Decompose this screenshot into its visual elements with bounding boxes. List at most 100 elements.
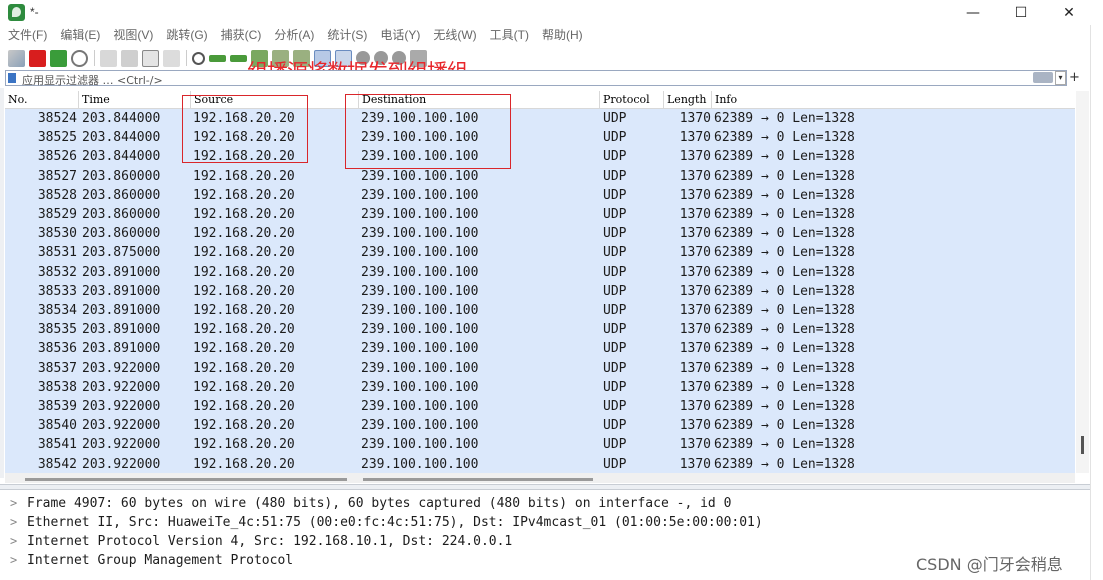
cell-source: 192.168.20.20 <box>193 418 295 434</box>
go-back-icon[interactable] <box>209 54 226 62</box>
cell-no: 38524 <box>37 111 77 126</box>
table-row[interactable]: 38537 203.922000 192.168.20.20 239.100.100.… <box>5 358 1075 378</box>
expand-chevron-icon[interactable]: > <box>10 551 27 570</box>
filter-input[interactable]: 应用显示过滤器 … <Ctrl-/> <box>22 72 163 88</box>
detail-row-igmp[interactable]: > Internet Group Management Protocol <box>10 551 293 570</box>
cell-length: 1370 <box>679 168 711 184</box>
expand-chevron-icon[interactable]: > <box>10 513 27 532</box>
table-row[interactable]: 38531 203.875000 192.168.20.20 239.100.100.… <box>5 243 1075 263</box>
table-row[interactable]: 38525 203.844000 192.168.20.20 239.100.100.… <box>5 128 1075 148</box>
menu-go[interactable]: 跳转(G) <box>166 25 207 45</box>
maximize-button[interactable]: ☐ <box>998 0 1044 25</box>
table-row[interactable]: 38526 203.844000 192.168.20.20 239.100.100.… <box>5 147 1075 167</box>
table-row[interactable]: 38534 203.891000 192.168.20.20 239.100.100.… <box>5 301 1075 321</box>
menu-edit[interactable]: 编辑(E) <box>60 25 100 45</box>
menu-telephony[interactable]: 电话(Y) <box>380 25 420 45</box>
capture-options-icon[interactable] <box>71 49 88 67</box>
pane-splitter[interactable] <box>0 484 1090 490</box>
cell-source: 192.168.20.20 <box>193 322 295 338</box>
cell-info: 62389 → 0 Len=1328 <box>714 341 855 357</box>
cell-no: 38532 <box>37 264 77 280</box>
horizontal-scroll-thumb[interactable] <box>363 478 593 481</box>
cell-source: 192.168.20.20 <box>193 341 295 357</box>
cell-time: 203.922000 <box>82 456 161 472</box>
cell-time: 203.860000 <box>82 168 161 184</box>
packet-list-horizontal-scrollbar[interactable] <box>5 473 1075 483</box>
menu-file[interactable]: 文件(F) <box>8 25 47 45</box>
find-packet-icon[interactable] <box>192 51 205 65</box>
filter-dropdown-chevron-icon[interactable]: ▾ <box>1055 71 1066 85</box>
cell-protocol: UDP <box>603 245 627 261</box>
shark-fin-start-icon[interactable] <box>8 49 25 67</box>
packet-list-vertical-scrollbar[interactable] <box>1076 91 1089 473</box>
apply-filter-arrow-icon[interactable] <box>1033 72 1053 83</box>
table-row[interactable]: 38538 203.922000 192.168.20.20 239.100.100.… <box>5 377 1075 397</box>
cell-no: 38526 <box>37 149 77 165</box>
stop-capture-icon[interactable] <box>29 49 46 67</box>
expand-chevron-icon[interactable]: > <box>10 532 27 551</box>
menu-help[interactable]: 帮助(H) <box>542 25 583 45</box>
cell-destination: 239.100.100.100 <box>361 418 479 434</box>
vertical-scroll-thumb[interactable] <box>1081 436 1084 454</box>
expand-chevron-icon[interactable]: > <box>10 494 27 513</box>
cell-destination: 239.100.100.100 <box>361 168 479 184</box>
display-filter-bar[interactable]: 应用显示过滤器 … <Ctrl-/> <box>5 70 1067 88</box>
cell-info: 62389 → 0 Len=1328 <box>714 130 855 146</box>
cell-info: 62389 → 0 Len=1328 <box>714 283 855 299</box>
cell-destination: 239.100.100.100 <box>361 303 479 318</box>
table-row[interactable]: 38535 203.891000 192.168.20.20 239.100.100.… <box>5 320 1075 340</box>
cell-no: 38533 <box>37 283 77 299</box>
menu-wireless[interactable]: 无线(W) <box>433 25 476 45</box>
cell-time: 203.891000 <box>82 322 161 338</box>
detail-row-frame[interactable]: > Frame 4907: 60 bytes on wire (480 bits)… <box>10 494 731 513</box>
cell-protocol: UDP <box>603 360 627 376</box>
cell-protocol: UDP <box>603 437 627 453</box>
cell-length: 1370 <box>679 379 711 395</box>
col-header-no[interactable]: No. <box>8 91 28 109</box>
save-file-icon[interactable] <box>121 49 138 67</box>
cell-length: 1370 <box>679 245 711 261</box>
bookmark-icon[interactable] <box>8 73 16 83</box>
table-row[interactable]: 38528 203.860000 192.168.20.20 239.100.100.… <box>5 185 1075 205</box>
table-row[interactable]: 38536 203.891000 192.168.20.20 239.100.100.… <box>5 339 1075 359</box>
reload-file-icon[interactable] <box>163 49 180 67</box>
table-row[interactable]: 38527 203.860000 192.168.20.20 239.100.100.… <box>5 166 1075 186</box>
cell-length: 1370 <box>679 149 711 165</box>
cell-source: 192.168.20.20 <box>193 168 295 184</box>
close-file-icon[interactable] <box>142 49 159 67</box>
col-header-length[interactable]: Length <box>663 91 706 109</box>
wireshark-app-icon <box>8 4 25 21</box>
menu-analyze[interactable]: 分析(A) <box>274 25 314 45</box>
restart-capture-icon[interactable] <box>50 49 67 67</box>
col-header-protocol[interactable]: Protocol <box>599 91 650 109</box>
menu-statistics[interactable]: 统计(S) <box>327 25 367 45</box>
cell-no: 38527 <box>37 168 77 184</box>
close-button[interactable]: ✕ <box>1046 0 1092 25</box>
menu-view[interactable]: 视图(V) <box>113 25 153 45</box>
add-filter-button[interactable]: + <box>1069 70 1080 85</box>
menu-tools[interactable]: 工具(T) <box>490 25 529 45</box>
horizontal-scroll-thumb[interactable] <box>25 478 347 481</box>
table-row[interactable]: 38539 203.922000 192.168.20.20 239.100.100.… <box>5 397 1075 417</box>
minimize-button[interactable]: — <box>950 0 996 25</box>
menu-capture[interactable]: 捕获(C) <box>221 25 262 45</box>
col-header-time[interactable]: Time <box>78 91 110 109</box>
table-row[interactable]: 38532 203.891000 192.168.20.20 239.100.100.… <box>5 262 1075 282</box>
cell-protocol: UDP <box>603 264 627 280</box>
detail-row-ethernet[interactable]: > Ethernet II, Src: HuaweiTe_4c:51:75 (00… <box>10 513 763 532</box>
table-row[interactable]: 38541 203.922000 192.168.20.20 239.100.100.… <box>5 435 1075 455</box>
table-row[interactable]: 38529 203.860000 192.168.20.20 239.100.100.… <box>5 205 1075 225</box>
table-row[interactable]: 38530 203.860000 192.168.20.20 239.100.100.… <box>5 224 1075 244</box>
detail-row-ipv4[interactable]: > Internet Protocol Version 4, Src: 192.1… <box>10 532 512 551</box>
table-row[interactable]: 38524 203.844000 192.168.20.20 239.100.100.… <box>5 109 1075 129</box>
open-file-icon[interactable] <box>100 49 117 67</box>
packet-list[interactable]: 38524 203.844000 192.168.20.20 239.100.100.… <box>5 109 1075 473</box>
table-row[interactable]: 38540 203.922000 192.168.20.20 239.100.100.… <box>5 416 1075 436</box>
cell-length: 1370 <box>679 456 711 472</box>
cell-source: 192.168.20.20 <box>193 187 295 203</box>
table-row[interactable]: 38542 203.922000 192.168.20.20 239.100.100.… <box>5 454 1075 473</box>
cell-length: 1370 <box>679 111 711 126</box>
go-forward-icon[interactable] <box>230 54 247 62</box>
table-row[interactable]: 38533 203.891000 192.168.20.20 239.100.100.… <box>5 281 1075 301</box>
col-header-info[interactable]: Info <box>711 91 737 109</box>
